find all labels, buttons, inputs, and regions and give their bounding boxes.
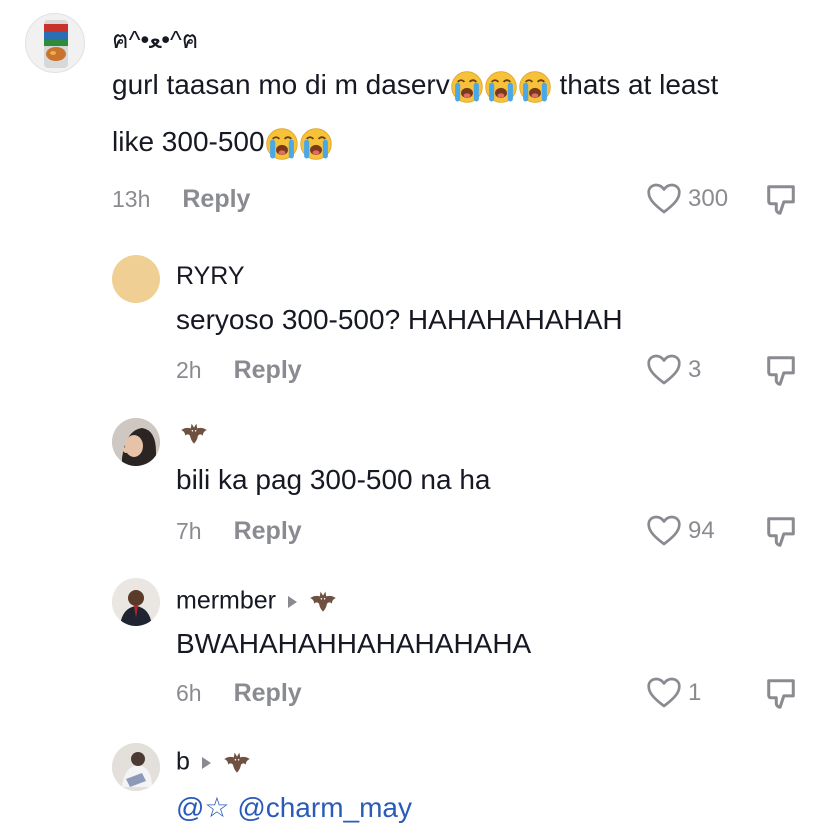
user-photo-image: [112, 418, 160, 466]
timestamp: 6h: [176, 679, 202, 706]
mention-link[interactable]: @charm_may: [237, 792, 412, 823]
reply-item: mermber BWAHAHAHHAHAHAHAHA 6h Reply 1: [0, 570, 828, 730]
reply-button[interactable]: Reply: [234, 356, 302, 385]
heart-icon: [646, 353, 682, 386]
username: b: [176, 747, 253, 779]
comment-text-line2: like 300-500: [112, 126, 333, 161]
reply-item: bili ka pag 300-500 na ha 7h Reply 94: [0, 400, 828, 560]
comment-text-part: gurl taasan mo di m daserv: [112, 69, 450, 100]
dislike-icon[interactable]: [764, 515, 798, 549]
reply-item: b @☆ @charm_may: [0, 735, 828, 837]
reply-item: RYRY seryoso 300-500? HAHAHAHAHAH 2h Rep…: [0, 230, 828, 390]
loudly-crying-emoji: [450, 70, 484, 104]
like-count: 3: [688, 355, 702, 383]
comment-meta: 2h Reply: [176, 353, 302, 387]
reply-button[interactable]: Reply: [182, 185, 250, 214]
comment-text: bili ka pag 300-500 na ha: [176, 464, 491, 495]
loudly-crying-emoji: [484, 70, 518, 104]
comment-text-part: like 300-500: [112, 126, 265, 157]
heart-icon: [646, 514, 682, 547]
comment-item: ฅ^•ﻌ•^ฅ gurl taasan mo di m daserv thats…: [0, 0, 828, 230]
comment-meta: 13h Reply: [112, 182, 250, 216]
user-photo-image: [112, 578, 160, 626]
avatar[interactable]: [112, 578, 160, 626]
reply-arrow-icon: [288, 596, 298, 608]
dislike-icon[interactable]: [764, 677, 798, 711]
loudly-crying-emoji: [265, 127, 299, 161]
username-text[interactable]: b: [176, 748, 190, 776]
bat-emoji: [307, 586, 339, 618]
comment-text: BWAHAHAHHAHAHAHAHA: [176, 628, 532, 659]
bat-emoji: [221, 747, 253, 779]
like-button[interactable]: 94: [646, 514, 715, 547]
avatar[interactable]: [112, 743, 160, 791]
mention-prefix[interactable]: @☆: [176, 792, 230, 823]
reply-button[interactable]: Reply: [234, 517, 302, 546]
like-count: 94: [688, 516, 715, 544]
loudly-crying-emoji: [518, 70, 552, 104]
username-text[interactable]: mermber: [176, 587, 276, 615]
timestamp: 2h: [176, 356, 202, 383]
heart-icon: [646, 676, 682, 709]
like-button[interactable]: 300: [646, 182, 728, 215]
timestamp: 13h: [112, 185, 151, 212]
dislike-icon[interactable]: [764, 183, 798, 217]
reply-arrow-icon: [201, 757, 211, 769]
comment-text: seryoso 300-500? HAHAHAHAHAH: [176, 304, 623, 335]
timestamp: 7h: [176, 517, 202, 544]
comment-meta: 6h Reply: [176, 676, 302, 710]
avatar[interactable]: [25, 13, 85, 73]
comment-text-part: thats at least: [551, 69, 719, 100]
comment-text: gurl taasan mo di m daserv thats at leas…: [112, 69, 718, 104]
comment-text: @☆ @charm_may: [176, 791, 412, 824]
user-photo-image: [112, 743, 160, 791]
username[interactable]: RYRY: [176, 262, 245, 291]
heart-icon: [646, 182, 682, 215]
like-button[interactable]: 3: [646, 353, 701, 386]
username: mermber: [176, 586, 339, 618]
like-count: 300: [688, 184, 729, 212]
reply-button[interactable]: Reply: [234, 679, 302, 708]
comment-meta: 7h Reply: [176, 514, 302, 548]
tuna-can-avatar-image: [44, 20, 68, 68]
loudly-crying-emoji: [299, 127, 333, 161]
like-button[interactable]: 1: [646, 676, 701, 709]
avatar[interactable]: [112, 255, 160, 303]
dislike-icon[interactable]: [764, 354, 798, 388]
bat-emoji: [178, 418, 210, 450]
username[interactable]: ฅ^•ﻌ•^ฅ: [112, 20, 199, 60]
like-count: 1: [688, 678, 702, 706]
avatar[interactable]: [112, 418, 160, 466]
